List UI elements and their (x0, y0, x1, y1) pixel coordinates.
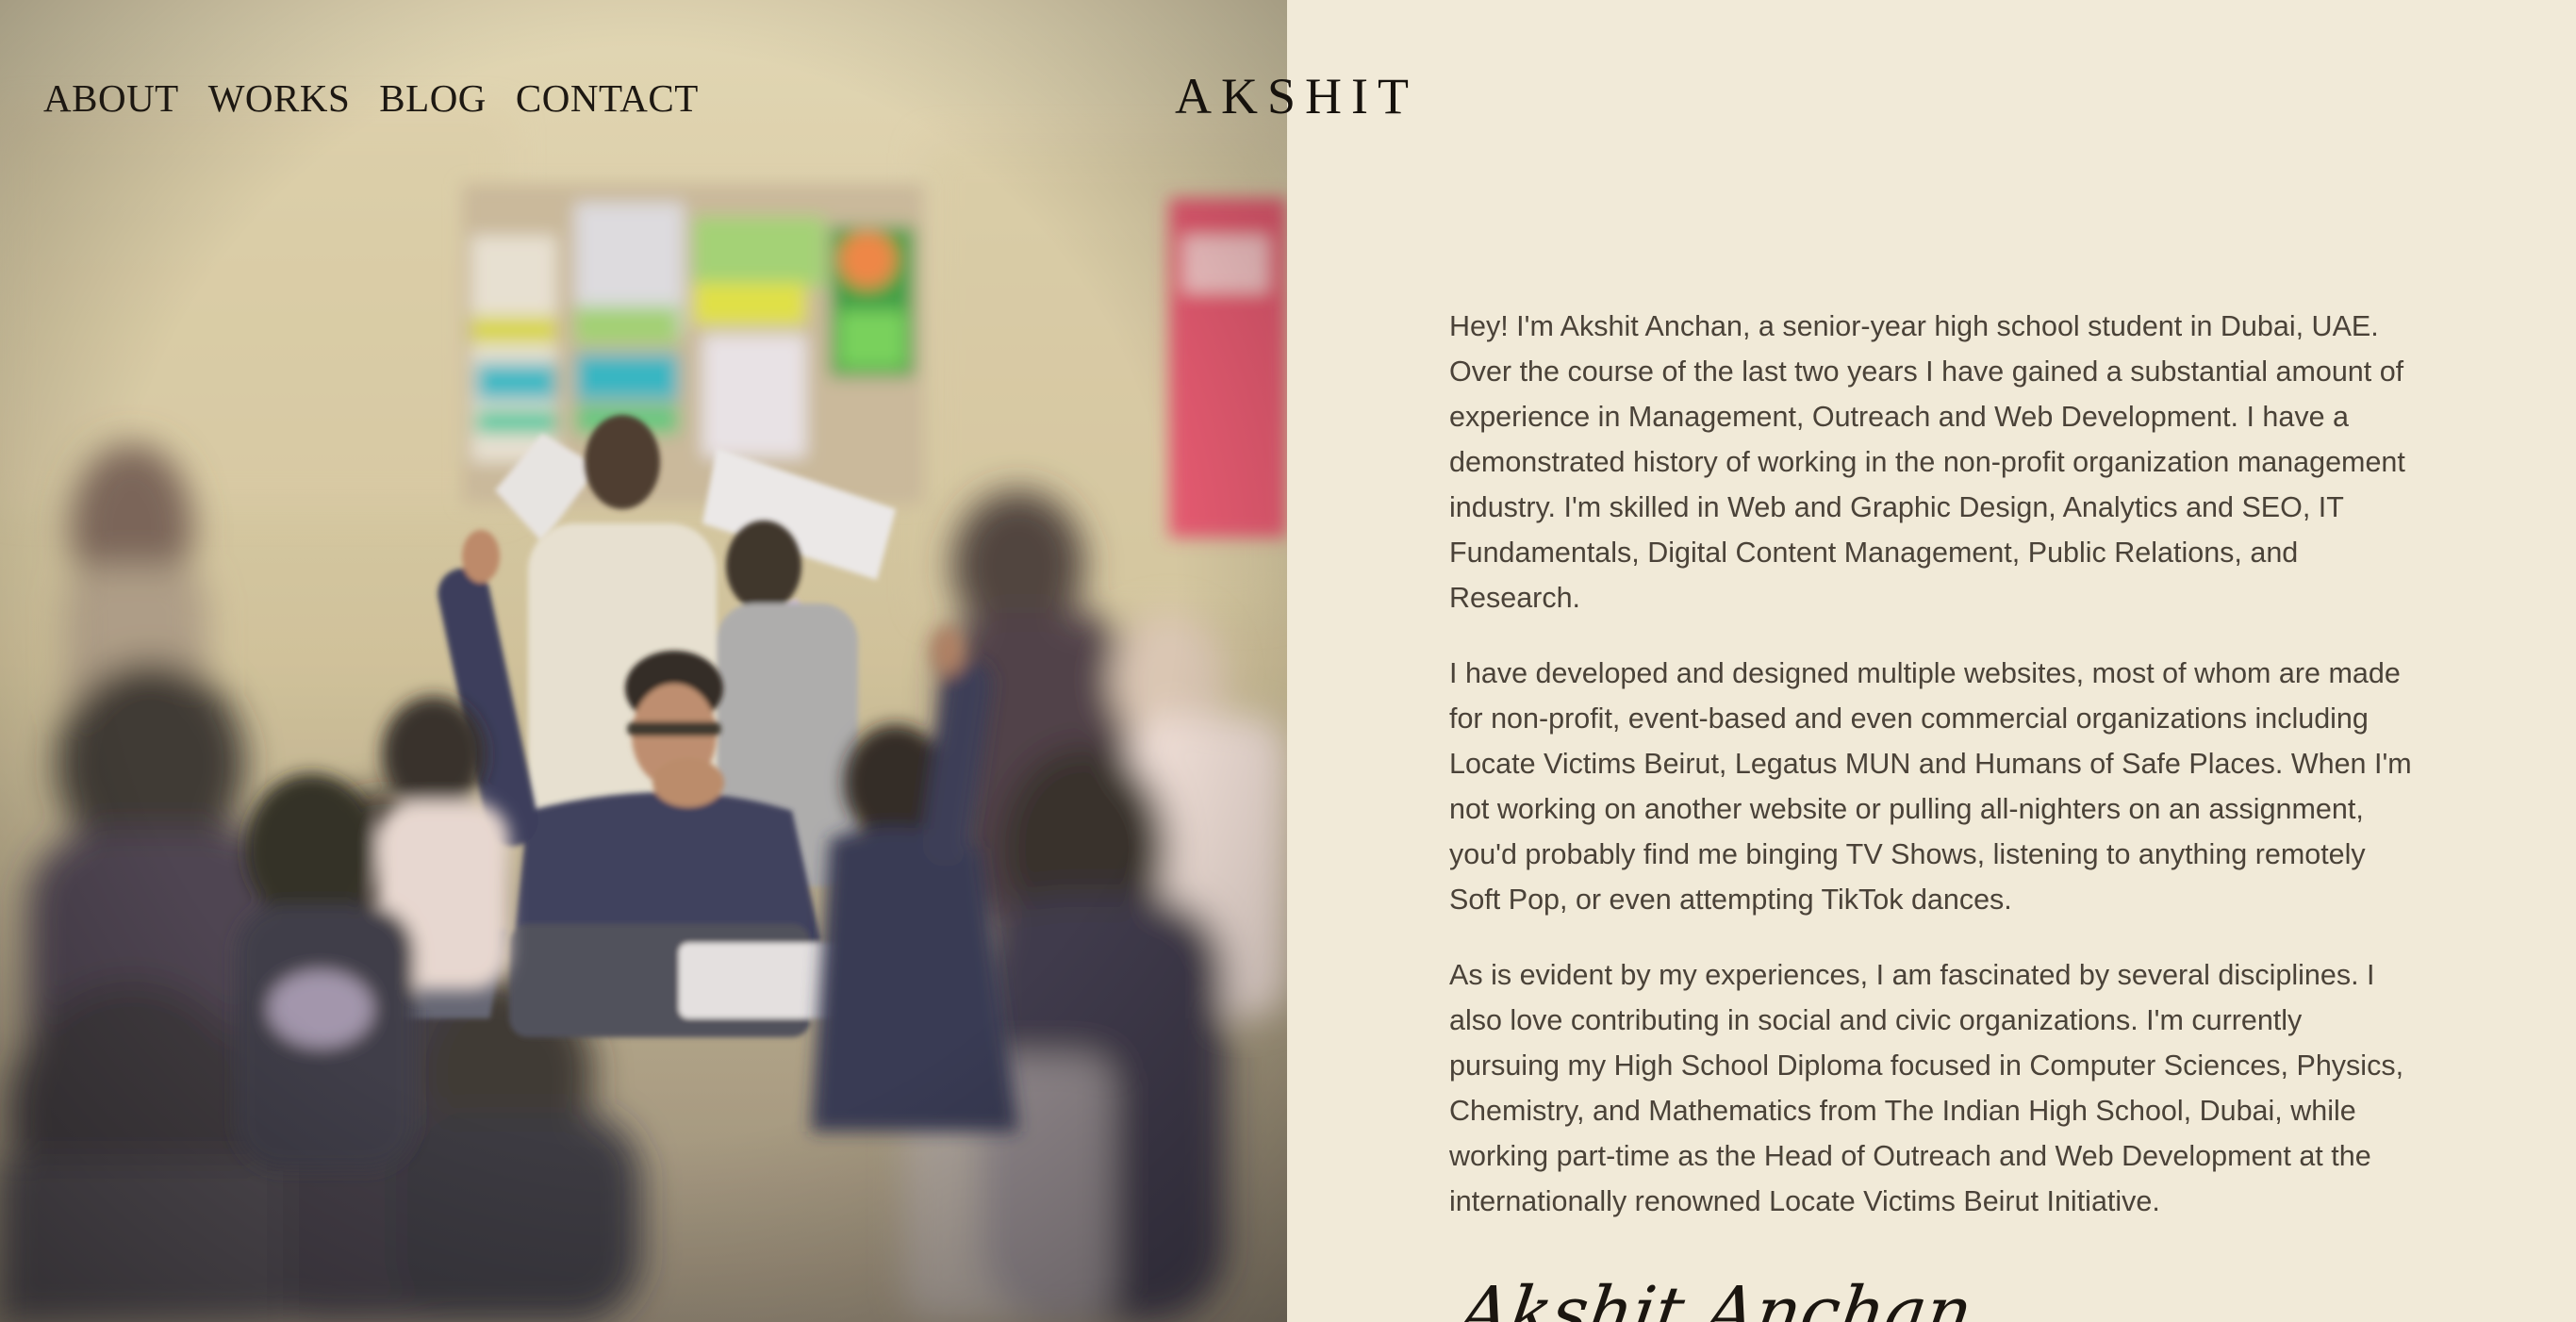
bio-paragraph: I have developed and designed multiple w… (1449, 657, 2412, 916)
hero-photo (0, 0, 1287, 1322)
bio-section: Hey! I'm Akshit Anchan, a senior-year hi… (1449, 304, 2415, 1254)
bio-paragraph: As is evident by my experiences, I am fa… (1449, 959, 2404, 1217)
page: ABOUT WORKS BLOG CONTACT AKSHIT Hey! I'm… (0, 0, 2576, 1322)
nav-blog-link[interactable]: BLOG (379, 70, 487, 126)
main-nav: ABOUT WORKS BLOG CONTACT (43, 70, 728, 126)
bio-paragraph: Hey! I'm Akshit Anchan, a senior-year hi… (1449, 310, 2405, 614)
nav-contact-link[interactable]: CONTACT (516, 70, 699, 126)
nav-about-link[interactable]: ABOUT (43, 70, 179, 126)
signature: Akshit Anchan (1453, 1272, 1977, 1322)
nav-works-link[interactable]: WORKS (208, 70, 351, 126)
brand-logo[interactable]: AKSHIT (1175, 62, 1409, 130)
